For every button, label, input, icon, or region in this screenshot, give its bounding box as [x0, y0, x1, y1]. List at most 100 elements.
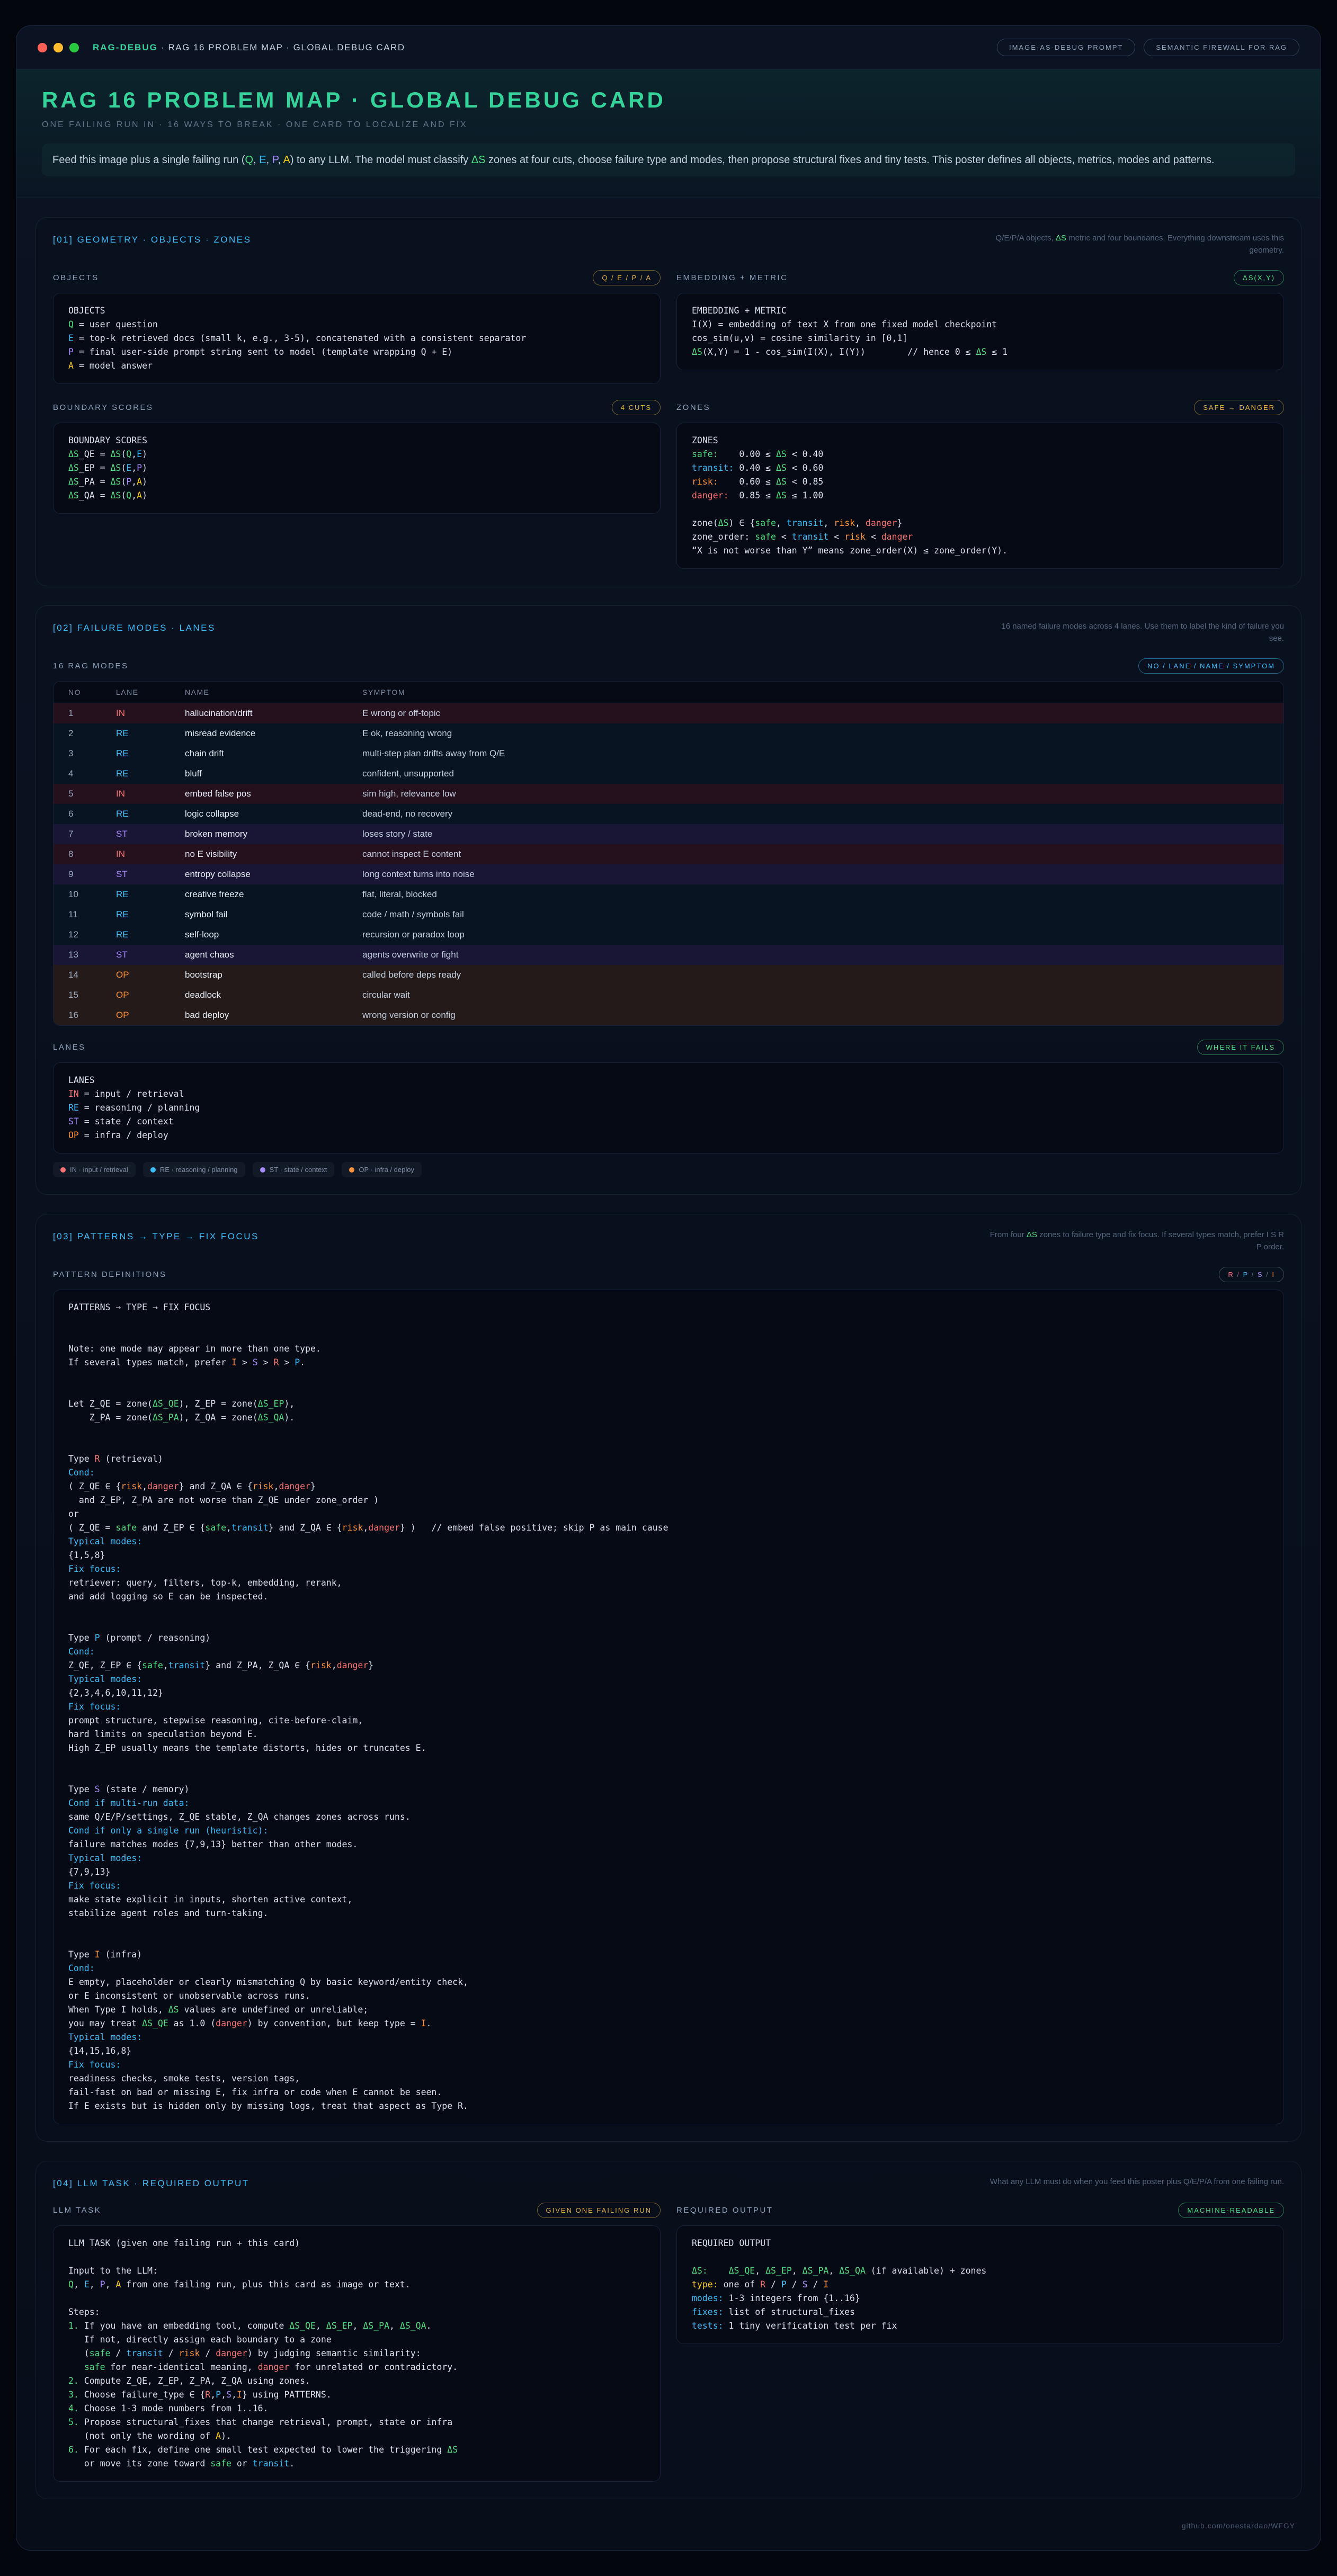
- footer: github.com/onestardao/WFGY: [16, 2518, 1321, 2550]
- code-line: “X is not worse than Y” means zone_order…: [692, 544, 1269, 558]
- panel-objects-header: OBJECTS Q / E / P / A: [53, 270, 661, 285]
- code-line: or move its zone toward safe or transit.: [68, 2457, 645, 2471]
- code-line: I(X) = embedding of text X from one fixe…: [692, 318, 1269, 332]
- mode-row-11: 11REsymbol failcode / math / symbols fai…: [54, 905, 1283, 925]
- lanes-code-block: LANESIN = input / retrievalRE = reasonin…: [53, 1062, 1284, 1153]
- window-controls: [38, 43, 79, 52]
- panel-lanes-header: LANES WHERE IT FAILS: [53, 1040, 1284, 1055]
- lane-dot-icon: [60, 1167, 66, 1173]
- window-titlebar: RAG-DEBUG · RAG 16 PROBLEM MAP · GLOBAL …: [16, 26, 1321, 69]
- code-line: [692, 503, 1269, 516]
- code-line: fixes: list of structural_fixes: [692, 2305, 1269, 2319]
- panel-llm-task-header: LLM TASK GIVEN ONE FAILING RUN: [53, 2203, 661, 2218]
- llm-task-code-block: LLM TASK (given one failing run + this c…: [53, 2225, 661, 2482]
- code-line: safe: 0.00 ≤ ΔS < 0.40: [692, 448, 1269, 461]
- code-line: cos_sim(u,v) = cosine similarity in [0,1…: [692, 332, 1269, 345]
- panel-patterns-title: PATTERN DEFINITIONS: [53, 1270, 166, 1279]
- window-zoom-button[interactable]: [69, 43, 79, 52]
- code-line: IN = input / retrieval: [68, 1087, 1269, 1101]
- mode-row-14: 14OPbootstrapcalled before deps ready: [54, 965, 1283, 985]
- section-failure-modes-header: [02] FAILURE MODES · LANES 16 named fail…: [53, 621, 1284, 645]
- mode-row-10: 10REcreative freezeflat, literal, blocke…: [54, 884, 1283, 905]
- code-line: P = final user-side prompt string sent t…: [68, 345, 645, 359]
- panel-lanes-title: LANES: [53, 1043, 86, 1052]
- code-line: ΔS_QA = ΔS(Q,A): [68, 489, 645, 503]
- code-line: ( Z_QE = safe and Z_EP ∈ {safe,transit} …: [68, 1521, 1269, 1535]
- code-line: PATTERNS → TYPE → FIX FOCUS: [68, 1301, 1269, 1314]
- embedding-code-block: EMBEDDING + METRICI(X) = embedding of te…: [676, 293, 1284, 370]
- mode-row-7: 7STbroken memoryloses story / state: [54, 824, 1283, 844]
- code-line: [692, 2250, 1269, 2264]
- code-line: LANES: [68, 1074, 1269, 1087]
- code-line: Steps:: [68, 2305, 645, 2319]
- code-line: Type R (retrieval): [68, 1452, 1269, 1466]
- code-line: prompt structure, stepwise reasoning, ci…: [68, 1714, 1269, 1728]
- footer-link[interactable]: github.com/onestardao/WFGY: [1182, 2521, 1295, 2530]
- code-line: RE = reasoning / planning: [68, 1101, 1269, 1115]
- code-line: zone(ΔS) ∈ {safe, transit, risk, danger}: [692, 516, 1269, 530]
- code-line: make state explicit in inputs, shorten a…: [68, 1893, 1269, 1907]
- modes-table: NOLANENAMESYMPTOM1INhallucination/driftE…: [53, 681, 1284, 1026]
- code-line: Q, E, P, A from one failing run, plus th…: [68, 2278, 645, 2292]
- panel-required-output: REQUIRED OUTPUT MACHINE-READABLE REQUIRE…: [676, 2203, 1284, 2344]
- code-line: [68, 2250, 645, 2264]
- code-line: REQUIRED OUTPUT: [692, 2237, 1269, 2250]
- code-line: Typical modes:: [68, 1851, 1269, 1865]
- code-line: danger: 0.85 ≤ ΔS ≤ 1.00: [692, 489, 1269, 503]
- badge-ds-xy: ΔS(X,Y): [1234, 270, 1284, 285]
- code-line: E = top-k retrieved docs (small k, e.g.,…: [68, 332, 645, 345]
- code-line: (not only the wording of A).: [68, 2429, 645, 2443]
- code-line: If several types match, prefer I > S > R…: [68, 1356, 1269, 1370]
- code-line: fail-fast on bad or missing E, fix infra…: [68, 2086, 1269, 2099]
- code-line: [68, 1383, 1269, 1397]
- mode-row-4: 4REbluffconfident, unsupported: [54, 764, 1283, 784]
- code-line: you may treat ΔS_QE as 1.0 (danger) by c…: [68, 2017, 1269, 2031]
- titlebar-text: RAG-DEBUG · RAG 16 PROBLEM MAP · GLOBAL …: [93, 42, 405, 53]
- code-line: ΔS_PA = ΔS(P,A): [68, 475, 645, 489]
- code-line: zone_order: safe < transit < risk < dang…: [692, 530, 1269, 544]
- section-failure-modes-caption: 16 named failure modes across 4 lanes. U…: [987, 621, 1284, 645]
- mode-row-5: 5INembed false possim high, relevance lo…: [54, 784, 1283, 804]
- code-line: [68, 1617, 1269, 1631]
- panel-boundary-scores: BOUNDARY SCORES 4 CUTS BOUNDARY SCORESΔS…: [53, 400, 661, 514]
- boundary-code-block: BOUNDARY SCORESΔS_QE = ΔS(Q,E)ΔS_EP = ΔS…: [53, 423, 661, 514]
- code-line: failure matches modes {7,9,13} better th…: [68, 1838, 1269, 1851]
- code-line: Typical modes:: [68, 2031, 1269, 2044]
- code-line: transit: 0.40 ≤ ΔS < 0.60: [692, 461, 1269, 475]
- code-line: OBJECTS: [68, 304, 645, 318]
- panel-boundary-title: BOUNDARY SCORES: [53, 403, 154, 412]
- mode-row-1: 1INhallucination/driftE wrong or off-top…: [54, 703, 1283, 723]
- code-line: [68, 1314, 1269, 1328]
- code-line: and add logging so E can be inspected.: [68, 1590, 1269, 1604]
- code-line: 5. Propose structural_fixes that change …: [68, 2416, 645, 2429]
- code-line: 1. If you have an embedding tool, comput…: [68, 2319, 645, 2333]
- lane-dot-icon: [150, 1167, 156, 1173]
- mode-row-12: 12REself-looprecursion or paradox loop: [54, 925, 1283, 945]
- section-geometry-label: [01] GEOMETRY · OBJECTS · ZONES: [53, 232, 251, 245]
- window-close-button[interactable]: [38, 43, 47, 52]
- panel-embedding-metric: EMBEDDING + METRIC ΔS(X,Y) EMBEDDING + M…: [676, 270, 1284, 370]
- section-geometry: [01] GEOMETRY · OBJECTS · ZONES Q/E/P/A …: [35, 217, 1302, 586]
- code-line: ΔS: ΔS_QE, ΔS_EP, ΔS_PA, ΔS_QA (if avail…: [692, 2264, 1269, 2278]
- window-minimize-button[interactable]: [54, 43, 63, 52]
- code-line: 2. Compute Z_QE, Z_EP, Z_PA, Z_QA using …: [68, 2374, 645, 2388]
- code-line: safe for near-identical meaning, danger …: [68, 2360, 645, 2374]
- code-line: [68, 2292, 645, 2305]
- code-line: Z_PA = zone(ΔS_PA), Z_QA = zone(ΔS_QA).: [68, 1411, 1269, 1425]
- section-patterns: [03] PATTERNS → TYPE → FIX FOCUS From fo…: [35, 1214, 1302, 2142]
- badge-4-cuts: 4 CUTS: [612, 400, 661, 415]
- tag-semantic-firewall: SEMANTIC FIREWALL FOR RAG: [1144, 39, 1299, 56]
- code-line: BOUNDARY SCORES: [68, 434, 645, 448]
- panel-modes: 16 RAG MODES NO / LANE / NAME / SYMPTOM …: [53, 658, 1284, 1026]
- intro-paragraph: Feed this image plus a single failing ru…: [42, 144, 1295, 176]
- code-line: risk: 0.60 ≤ ΔS < 0.85: [692, 475, 1269, 489]
- code-line: LLM TASK (given one failing run + this c…: [68, 2237, 645, 2250]
- badge-qepa: Q / E / P / A: [593, 270, 661, 285]
- code-line: [68, 1328, 1269, 1342]
- lane-chip-RE: RE · reasoning / planning: [143, 1162, 245, 1177]
- panel-objects-title: OBJECTS: [53, 273, 99, 282]
- code-line: modes: 1-3 integers from {1..16}: [692, 2292, 1269, 2305]
- mode-row-16: 16OPbad deploywrong version or config: [54, 1005, 1283, 1025]
- code-line: Type P (prompt / reasoning): [68, 1631, 1269, 1645]
- lane-chip-ST: ST · state / context: [253, 1162, 335, 1177]
